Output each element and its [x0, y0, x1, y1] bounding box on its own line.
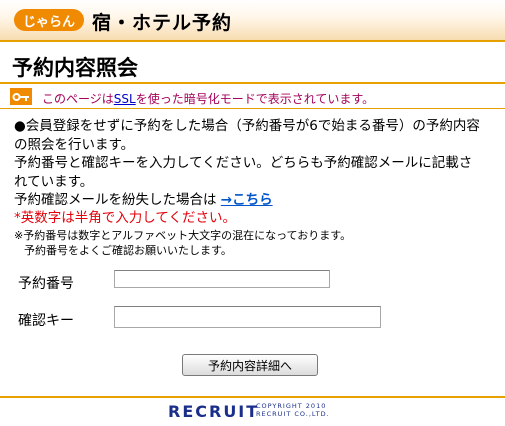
- instruction-input-info: 予約番号と確認キーを入力してください。どちらも予約確認メールに記載されています。: [14, 155, 473, 190]
- view-reservation-details-button[interactable]: 予約内容詳細へ: [182, 354, 318, 376]
- header-divider: [0, 40, 505, 42]
- title-divider: [0, 82, 505, 84]
- reservation-number-input[interactable]: [114, 270, 330, 288]
- page-title: 予約内容照会: [12, 56, 138, 80]
- note-line-1: ※予約番号は数字とアルファベット大文字の混在になっております。: [14, 229, 352, 242]
- ssl-notice-prefix: このページは: [42, 92, 114, 106]
- copyright-line-2: RECRUIT CO.,LTD.: [256, 409, 330, 418]
- lost-email-text: 予約確認メールを紛失した場合は: [14, 192, 221, 208]
- jalan-logo[interactable]: じゃらん: [14, 9, 84, 31]
- copyright-notice: COPYRIGHT 2010 RECRUIT CO.,LTD.: [256, 402, 336, 418]
- halfwidth-warning: *英数字は半角で入力してください。: [14, 210, 236, 226]
- note-line-2: 予約番号をよくご確認お願いいたします。: [24, 244, 232, 257]
- confirmation-key-input[interactable]: [114, 306, 381, 328]
- reservation-number-label: 予約番号: [18, 276, 74, 292]
- ssl-divider: [0, 108, 505, 109]
- ssl-link[interactable]: SSL: [114, 92, 136, 106]
- ssl-notice: このページはSSLを使った暗号化モードで表示されています。: [42, 90, 374, 107]
- instruction-intro: ●会員登録をせずに予約をした場合（予約番号が6で始まる番号）の予約内容の照会を行…: [14, 118, 480, 153]
- confirmation-key-label: 確認キー: [18, 313, 74, 329]
- ssl-notice-suffix: を使った暗号化モードで表示されています。: [135, 92, 375, 106]
- footer-divider: [0, 396, 505, 398]
- lost-email-link[interactable]: →こちら: [221, 192, 273, 208]
- key-icon: [10, 88, 32, 105]
- recruit-logo: RECRUIT: [168, 402, 260, 421]
- lost-email-line: 予約確認メールを紛失した場合は →こちら: [14, 191, 484, 210]
- brand-title: 宿・ホテル予約: [92, 12, 233, 34]
